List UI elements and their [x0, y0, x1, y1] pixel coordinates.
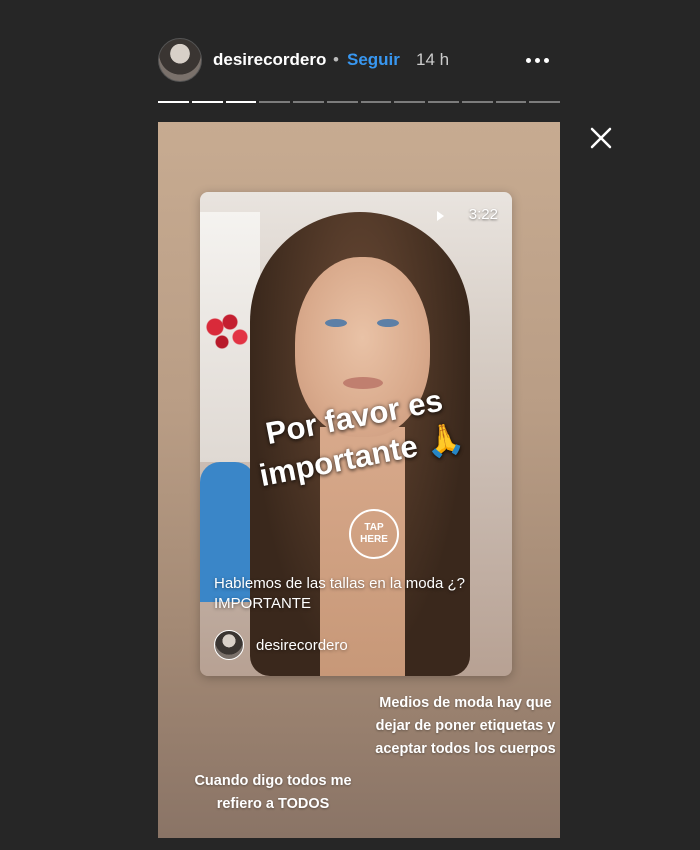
story-progress-bar [158, 101, 560, 104]
post-time: 14 h [416, 50, 450, 69]
play-icon [437, 211, 444, 221]
progress-segment [326, 101, 358, 103]
progress-segment [360, 101, 392, 103]
tap-here-sticker[interactable]: TAP HERE [349, 509, 399, 559]
progress-segment [225, 101, 257, 103]
profile-avatar[interactable] [158, 38, 202, 82]
post-title: Hablemos de las tallas en la moda ¿? IMP… [214, 575, 465, 612]
close-icon[interactable] [588, 125, 614, 151]
progress-segment [529, 101, 560, 103]
progress-segment [293, 101, 324, 103]
post-author-avatar [214, 630, 244, 660]
story-frame[interactable]: 3:22 Hablemos de las tallas en la moda ¿… [158, 122, 560, 838]
progress-segment [495, 101, 527, 103]
progress-segment [158, 101, 189, 103]
progress-segment [394, 101, 425, 103]
video-duration: 3:22 [468, 206, 498, 223]
username[interactable]: desirecordero [213, 50, 326, 70]
tap-here-line2: HERE [360, 534, 388, 545]
progress-segment [191, 101, 223, 103]
follow-button[interactable]: Seguir [347, 50, 400, 70]
background-flowers [200, 312, 250, 372]
separator-dot: • [333, 50, 339, 69]
eye [377, 319, 399, 327]
progress-segment [428, 101, 459, 103]
more-options-icon[interactable] [522, 50, 552, 70]
tap-here-line1: TAP [364, 522, 384, 533]
progress-segment [461, 101, 493, 103]
progress-segment [259, 101, 290, 103]
eye [325, 319, 347, 327]
lips [343, 377, 383, 389]
story-text-right: Medios de moda hay que dejar de poner et… [375, 695, 556, 757]
post-author-name: desirecordero [256, 637, 348, 654]
story-text-left: Cuando digo todos me refiero a TODOS [194, 773, 352, 812]
